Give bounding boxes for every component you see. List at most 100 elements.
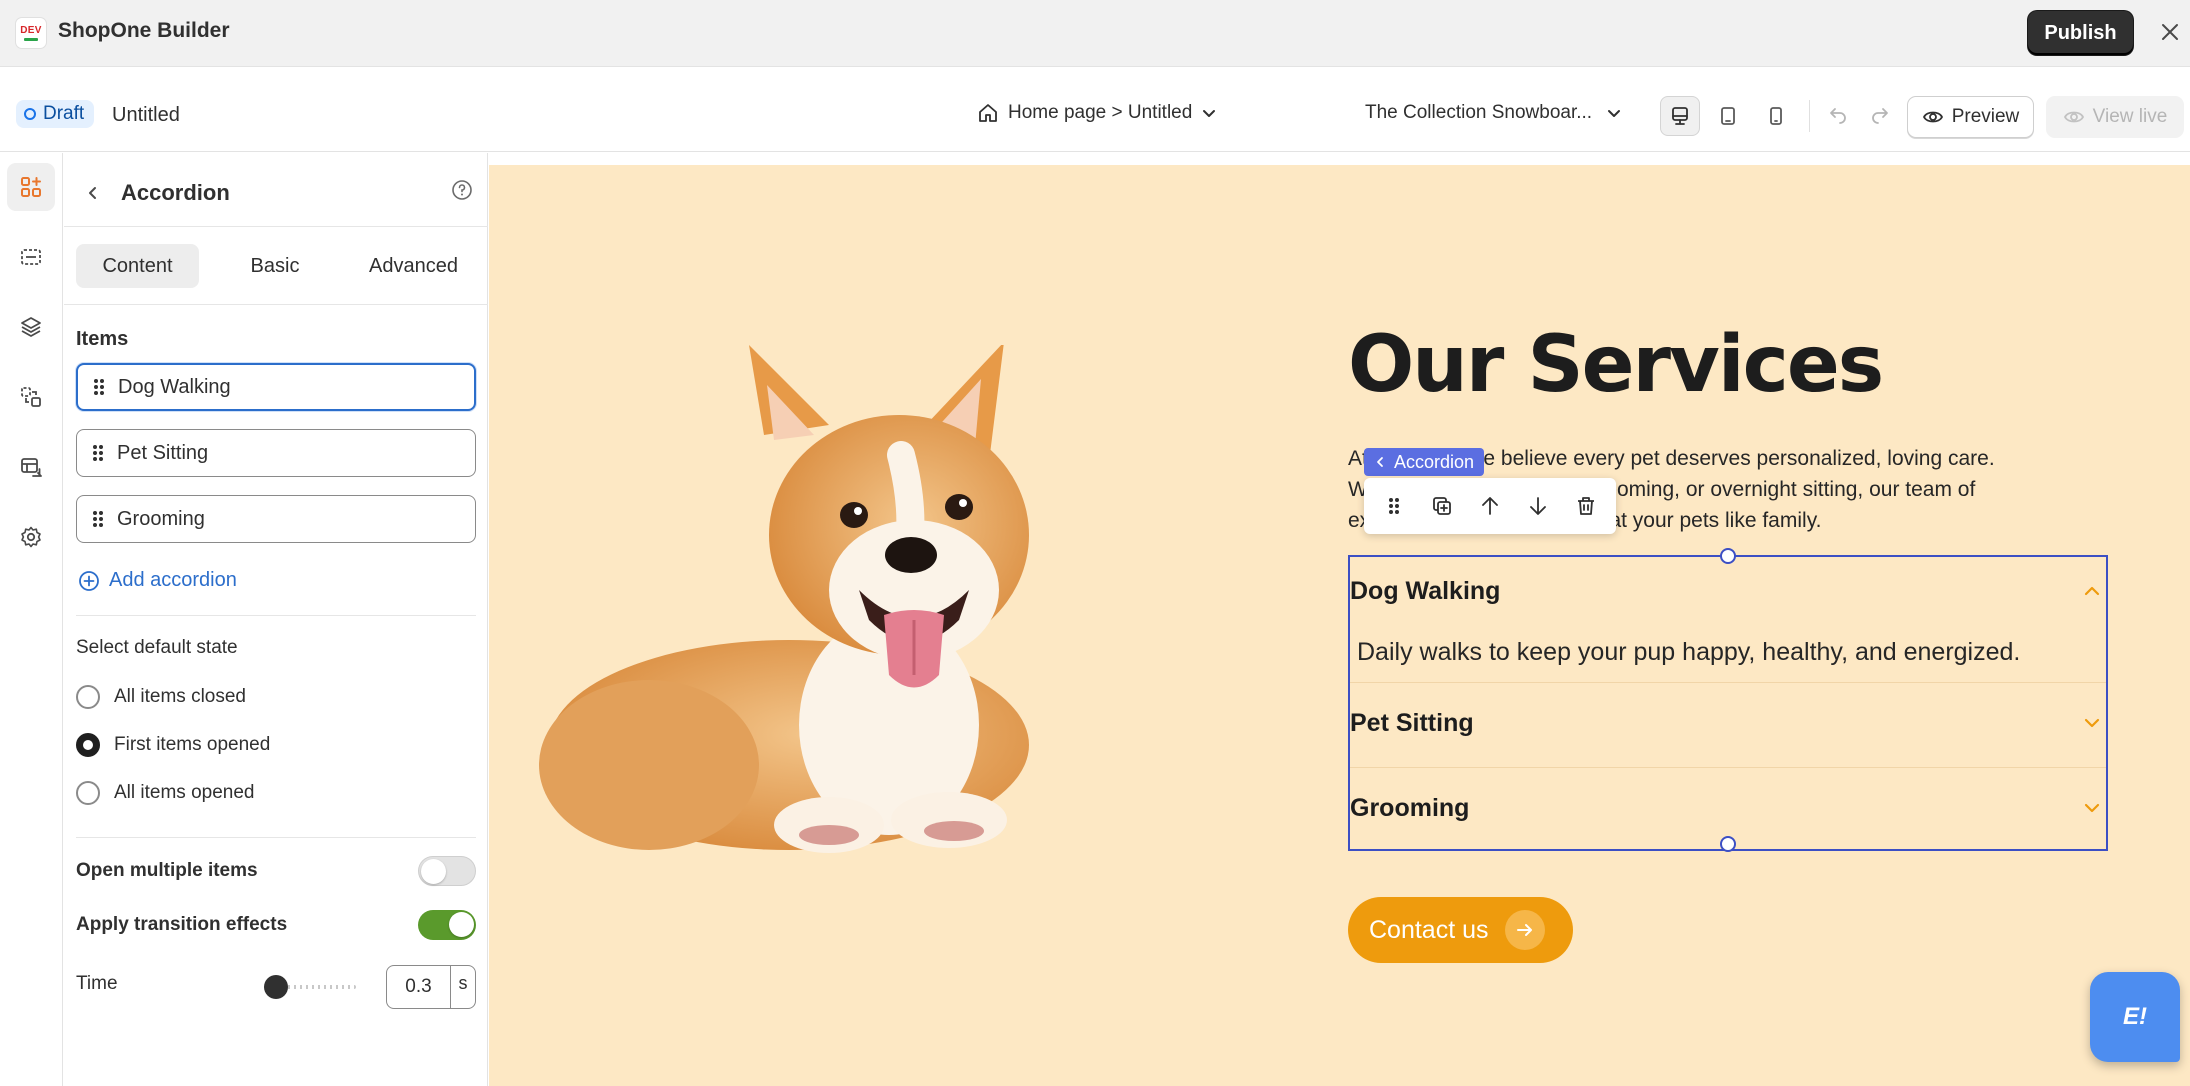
move-up-button[interactable] xyxy=(1473,489,1507,523)
toggle-knob xyxy=(449,912,474,937)
contact-us-button[interactable]: Contact us xyxy=(1348,897,1573,963)
time-slider[interactable] xyxy=(264,975,356,999)
tab-basic[interactable]: Basic xyxy=(199,244,351,288)
panel-title: Accordion xyxy=(121,180,230,205)
close-icon[interactable] xyxy=(2156,18,2184,46)
top-bar: DEV ShopOne Builder Publish xyxy=(0,0,2190,67)
drag-element-button[interactable] xyxy=(1377,489,1411,523)
open-multiple-row: Open multiple items xyxy=(76,854,476,888)
accordion-item-title: Pet Sitting xyxy=(1350,708,1474,737)
open-multiple-label: Open multiple items xyxy=(76,860,258,881)
accordion-divider xyxy=(1350,767,2106,768)
chat-icon: E! xyxy=(2123,1003,2147,1030)
help-button[interactable] xyxy=(449,177,475,203)
items-label: Items xyxy=(76,328,129,350)
radio-label: All items opened xyxy=(114,782,255,803)
add-elements-icon xyxy=(21,177,41,197)
time-value[interactable]: 0.3 xyxy=(387,966,451,1008)
transition-label: Apply transition effects xyxy=(76,914,288,935)
default-state-label: Select default state xyxy=(76,637,238,658)
drag-handle-icon[interactable] xyxy=(91,509,105,529)
accordion-block[interactable]: Dog Walking Daily walks to keep your pup… xyxy=(1348,548,2108,852)
move-down-button[interactable] xyxy=(1521,489,1555,523)
drag-handle-icon[interactable] xyxy=(92,377,106,397)
radio-all-closed[interactable]: All items closed xyxy=(76,685,246,709)
mobile-icon xyxy=(1770,107,1782,125)
drag-handle-icon xyxy=(1389,498,1399,514)
accordion-item-header[interactable]: Pet Sitting xyxy=(1350,703,2106,743)
accordion-item-field[interactable]: Dog Walking xyxy=(76,363,476,411)
time-unit: s xyxy=(458,973,468,993)
chat-support-button[interactable]: E! xyxy=(2090,972,2180,1062)
rail-layers[interactable] xyxy=(7,303,55,351)
slider-thumb[interactable] xyxy=(264,975,288,999)
accordion-item-label: Pet Sitting xyxy=(117,441,209,464)
redo-button[interactable] xyxy=(1865,100,1895,130)
rail-settings[interactable] xyxy=(7,513,55,561)
preview-button[interactable]: Preview xyxy=(1907,96,2034,138)
page-breadcrumb[interactable]: Home page > Untitled xyxy=(977,102,1217,124)
element-toolbar xyxy=(1364,478,1616,534)
tablet-view-button[interactable] xyxy=(1708,96,1748,136)
back-button[interactable] xyxy=(78,178,108,208)
delete-button[interactable] xyxy=(1569,489,1603,523)
publish-button[interactable]: Publish xyxy=(2028,11,2133,55)
icon-rail xyxy=(0,153,63,1086)
status-badge: Draft xyxy=(16,100,95,128)
toggle-knob xyxy=(421,859,446,884)
product-select-value: The Collection Snowboar... xyxy=(1365,102,1593,123)
resize-handle-top[interactable] xyxy=(1720,548,1736,564)
arrow-right-icon xyxy=(1504,910,1545,950)
radio-all-opened[interactable]: All items opened xyxy=(76,781,254,805)
transition-toggle[interactable] xyxy=(418,910,476,940)
desktop-icon xyxy=(1672,107,1688,125)
undo-button[interactable] xyxy=(1823,100,1853,130)
selected-element-label: Accordion xyxy=(1394,451,1475,472)
page-name[interactable]: Untitled xyxy=(112,104,180,127)
contact-us-label: Contact us xyxy=(1369,915,1489,944)
view-live-button[interactable]: View live xyxy=(2046,96,2184,138)
tab-advanced[interactable]: Advanced xyxy=(351,244,476,288)
desktop-view-button[interactable] xyxy=(1660,96,1700,136)
chevron-down-icon xyxy=(1608,110,1621,117)
time-input[interactable]: 0.3 s xyxy=(386,965,476,1009)
accordion-item-header[interactable]: Grooming xyxy=(1350,788,2106,828)
rail-add-elements[interactable] xyxy=(7,163,55,211)
rail-templates[interactable] xyxy=(7,443,55,491)
panel-divider xyxy=(76,615,476,616)
app-logo: DEV xyxy=(15,17,47,49)
chevron-up-icon xyxy=(2084,586,2100,596)
redo-icon xyxy=(1872,108,1888,124)
radio-button[interactable] xyxy=(76,781,100,805)
accordion-item-field[interactable]: Grooming xyxy=(76,495,476,543)
duplicate-button[interactable] xyxy=(1425,489,1459,523)
radio-button[interactable] xyxy=(76,733,100,757)
home-icon xyxy=(979,104,997,122)
help-icon xyxy=(452,180,472,200)
accordion-item-field[interactable]: Pet Sitting xyxy=(76,429,476,477)
app-title: ShopOne Builder xyxy=(58,19,230,42)
editor-canvas: Our Services At Pet Care, we believe eve… xyxy=(489,153,2190,1086)
time-label: Time xyxy=(76,973,118,994)
status-badge-label: Draft xyxy=(43,103,85,124)
rail-sections[interactable] xyxy=(7,233,55,281)
product-select[interactable]: The Collection Snowboar... xyxy=(1365,102,1622,124)
tab-content[interactable]: Content xyxy=(76,244,199,288)
radio-button[interactable] xyxy=(76,685,100,709)
rail-components[interactable] xyxy=(7,373,55,421)
transition-row: Apply transition effects xyxy=(76,908,476,942)
radio-first-opened[interactable]: First items opened xyxy=(76,733,270,757)
services-section[interactable]: Our Services At Pet Care, we believe eve… xyxy=(489,165,2190,1086)
toolbar-divider xyxy=(1809,100,1810,132)
add-accordion-button[interactable]: Add accordion xyxy=(78,569,237,592)
drag-handle-icon[interactable] xyxy=(91,443,105,463)
settings-icon xyxy=(21,526,41,548)
mobile-view-button[interactable] xyxy=(1756,96,1796,136)
resize-handle-bottom[interactable] xyxy=(1720,836,1736,852)
trash-icon xyxy=(1578,497,1594,515)
panel-divider xyxy=(76,837,476,838)
accordion-item-header[interactable]: Dog Walking xyxy=(1350,571,2106,611)
section-heading[interactable]: Our Services xyxy=(1348,320,1884,410)
selected-element-chip[interactable]: Accordion xyxy=(1364,448,1485,476)
open-multiple-toggle[interactable] xyxy=(418,856,476,886)
